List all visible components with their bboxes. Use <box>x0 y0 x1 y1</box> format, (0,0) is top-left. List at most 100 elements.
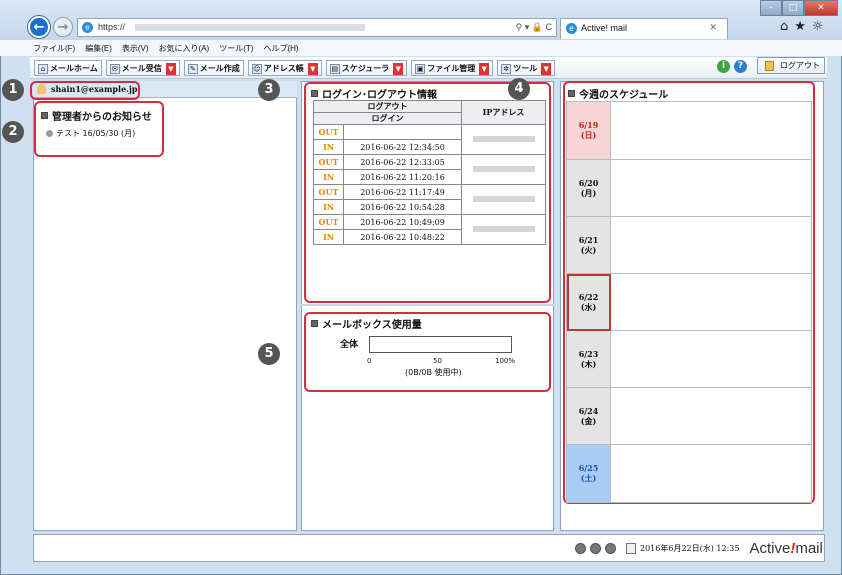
url-text: https:// <box>98 22 126 32</box>
footer: 2016年6月22日(水) 12:35 Active!mail <box>575 540 823 557</box>
menu-edit[interactable]: 編集(E) <box>85 43 112 54</box>
day-cell-fri[interactable]: 6/24 (金) <box>566 387 611 445</box>
schedule-title: 今週のスケジュール <box>568 86 668 101</box>
menu-favorites[interactable]: お気に入り(A) <box>159 43 210 54</box>
calendar-icon <box>626 543 636 554</box>
header-logout: ログアウト <box>313 100 462 113</box>
callout-badge-3: 3 <box>258 79 280 101</box>
prev-icon[interactable] <box>575 543 586 554</box>
usage-text: (0B/0B 使用中) <box>405 368 462 377</box>
menu-bar: ファイル(F) 編集(E) 表示(V) お気に入り(A) ツール(T) ヘルプ(… <box>0 40 842 56</box>
day-cell-sun[interactable]: 6/19 (日) <box>566 101 611 160</box>
inbox-icon: ✉ <box>109 63 120 74</box>
settings-gear-icon[interactable]: ☼ <box>812 19 830 34</box>
file-icon: ▣ <box>415 63 426 74</box>
section-square-icon <box>41 112 48 119</box>
ie-icon: e <box>82 22 93 33</box>
ip-blurred <box>461 154 546 185</box>
schedule-row: 6/21 (火) <box>566 216 812 274</box>
schedule-slot[interactable] <box>610 330 812 388</box>
toolbar-status-icons: i ? <box>717 60 747 73</box>
address-bar[interactable]: e https:// ⚲ ▾ 🔒 C <box>77 18 557 37</box>
tab-title: Active! mail <box>581 23 628 33</box>
table-row: OUT <box>313 124 546 155</box>
day-cell-tue[interactable]: 6/21 (火) <box>566 216 611 274</box>
forward-button[interactable]: → <box>53 17 73 37</box>
usage-bar <box>369 336 512 353</box>
login-info-title: ログイン･ログアウト情報 <box>311 86 437 101</box>
mail-home-button[interactable]: ⌂ メールホーム <box>34 59 102 76</box>
ip-blurred <box>461 184 546 215</box>
callout-badge-1: 1 <box>2 79 24 101</box>
footer-datetime: 2016年6月22日(水) 12:35 <box>640 544 740 553</box>
login-table: ログアウト IPアドレス ログイン OUT IN 2016-06-22 12:34:… <box>313 100 546 245</box>
schedule-row: 6/23 (木) <box>566 330 812 388</box>
browser-tools: ⌂★☼ <box>780 19 830 34</box>
notice-item[interactable]: テスト 16/05/30 (月) <box>46 128 135 139</box>
section-square-icon <box>311 90 318 97</box>
back-button[interactable]: ← <box>28 16 50 38</box>
mailbox-title: メールボックス使用量 <box>311 316 422 331</box>
menu-file[interactable]: ファイル(F) <box>33 43 75 54</box>
header-login: ログイン <box>313 112 462 125</box>
url-blurred <box>135 24 366 32</box>
table-row: OUT 2016-06-22 11:17:49 <box>313 184 546 215</box>
file-manager-button[interactable]: ▣ ファイル管理 ▼ <box>411 59 494 76</box>
usage-tick-100: 100% <box>495 357 516 365</box>
help-icon[interactable]: ? <box>734 60 747 73</box>
section-square-icon <box>568 90 575 97</box>
chevron-down-icon[interactable]: ▼ <box>479 62 490 75</box>
table-row: OUT 2016-06-22 10:49:09 <box>313 214 546 245</box>
menu-view[interactable]: 表示(V) <box>122 43 149 54</box>
menu-help[interactable]: ヘルプ(H) <box>263 43 298 54</box>
schedule-slot[interactable] <box>610 159 812 217</box>
compose-icon: ✎ <box>187 63 198 74</box>
calendar-icon: ▤ <box>329 63 340 74</box>
home-icon[interactable]: ⌂ <box>780 19 794 34</box>
address-book-button[interactable]: ☺ アドレス帳 ▼ <box>247 59 322 76</box>
usage-tick-0: 0 <box>367 357 372 365</box>
tools-button[interactable]: ✲ ツール ▼ <box>497 59 556 76</box>
next-icon[interactable] <box>605 543 616 554</box>
table-row: OUT 2016-06-22 12:33:05 <box>313 154 546 185</box>
schedule-slot[interactable] <box>610 273 812 331</box>
callout-badge-5: 5 <box>258 343 280 365</box>
receive-mail-button[interactable]: ✉ メール受信 ▼ <box>105 59 180 76</box>
day-cell-mon[interactable]: 6/20 (月) <box>566 159 611 217</box>
minimize-button[interactable]: – <box>760 0 782 16</box>
compose-mail-button[interactable]: ✎ メール作成 <box>183 59 244 76</box>
browser-tab[interactable]: e Active! mail ✕ <box>560 18 728 39</box>
address-book-icon: ☺ <box>251 63 262 74</box>
chevron-down-icon[interactable]: ▼ <box>307 62 318 75</box>
header-ip: IPアドレス <box>461 100 546 125</box>
schedule-slot[interactable] <box>610 216 812 274</box>
app-toolbar: ⌂ メールホーム ✉ メール受信 ▼ ✎ メール作成 ☺ アドレス帳 ▼ ▤ スケジューラ ▼ … <box>30 57 827 79</box>
favorites-star-icon[interactable]: ★ <box>794 19 812 34</box>
menu-tools[interactable]: ツール(T) <box>219 43 253 54</box>
tab-ie-icon: e <box>566 23 577 34</box>
close-button[interactable]: ✕ <box>804 0 838 16</box>
day-cell-wed-today[interactable]: 6/22 (水) <box>566 273 611 331</box>
refresh-icon[interactable] <box>590 543 601 554</box>
address-tools-icon[interactable]: ⚲ ▾ 🔒 C <box>516 22 552 33</box>
tab-close-icon[interactable]: ✕ <box>709 22 717 33</box>
maximize-button[interactable]: □ <box>782 0 804 16</box>
logout-icon <box>765 61 774 71</box>
logout-button[interactable]: ログアウト <box>757 57 825 74</box>
chevron-down-icon[interactable]: ▼ <box>393 62 404 75</box>
info-icon[interactable]: i <box>717 60 730 73</box>
usage-tick-50: 50 <box>433 357 442 365</box>
chevron-down-icon[interactable]: ▼ <box>165 62 176 75</box>
scheduler-button[interactable]: ▤ スケジューラ ▼ <box>325 59 408 76</box>
chevron-down-icon[interactable]: ▼ <box>541 62 552 75</box>
day-cell-sat[interactable]: 6/25 (土) <box>566 444 611 503</box>
callout-badge-2: 2 <box>2 121 24 143</box>
bullet-icon <box>46 130 53 137</box>
schedule-slot[interactable] <box>610 387 812 445</box>
home-icon: ⌂ <box>38 63 48 74</box>
schedule-slot[interactable] <box>610 101 812 160</box>
day-cell-thu[interactable]: 6/23 (木) <box>566 330 611 388</box>
schedule-table: 6/19 (日) 6/20 (月) 6/21 (火) 6/22 (水) 6/23 (木) … <box>566 101 812 503</box>
schedule-slot[interactable] <box>610 444 812 503</box>
ip-blurred <box>461 214 546 245</box>
